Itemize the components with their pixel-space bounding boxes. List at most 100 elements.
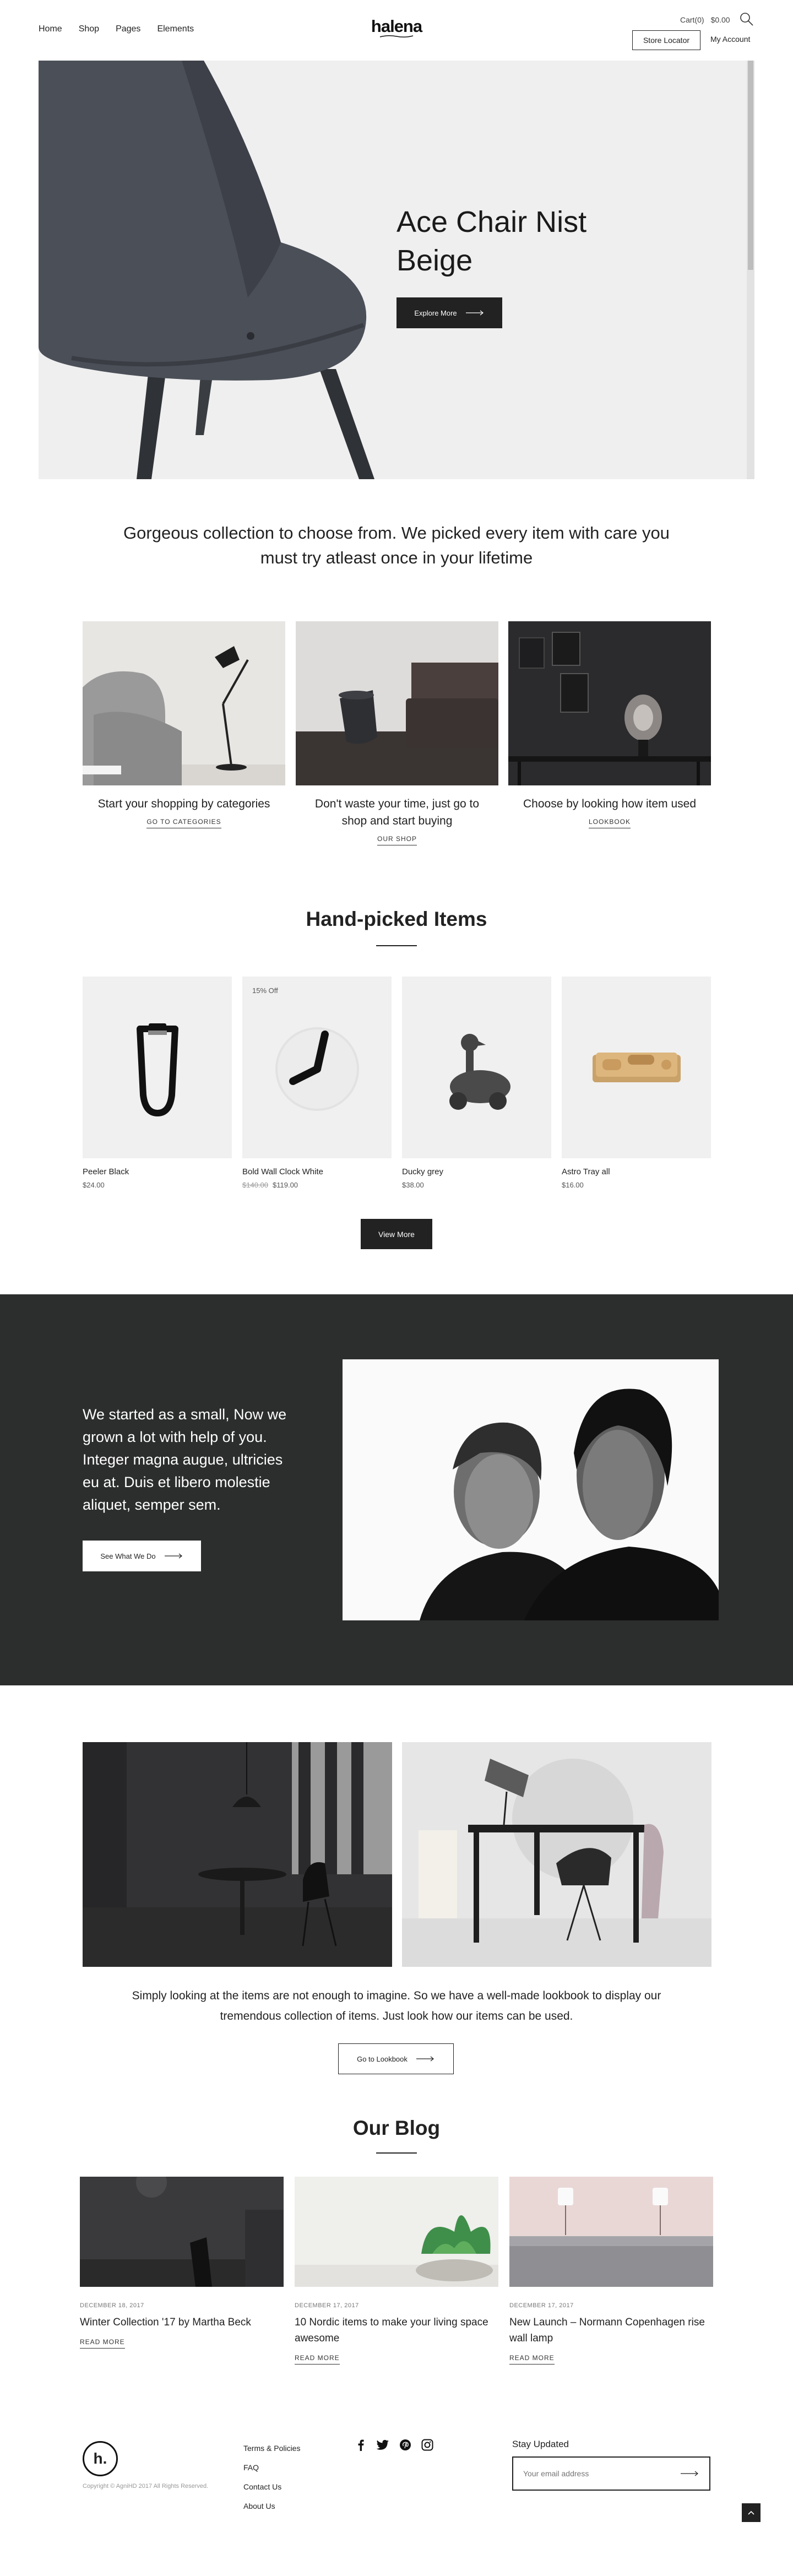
product-price: $24.00 xyxy=(83,1181,232,1189)
succulent-image xyxy=(295,2177,498,2287)
footer-link-faq[interactable]: FAQ xyxy=(243,2458,300,2477)
logo-text: halena xyxy=(371,17,422,36)
hero-title: Ace Chair Nist Beige xyxy=(397,205,587,277)
read-more-link[interactable]: READ MORE xyxy=(509,2354,555,2365)
product-image[interactable] xyxy=(83,977,232,1158)
our-shop-link[interactable]: OUR SHOP xyxy=(377,835,417,845)
product-price-current: $16.00 xyxy=(562,1181,584,1189)
footer-link-terms[interactable]: Terms & Policies xyxy=(243,2439,300,2458)
dark-dining-image xyxy=(83,1742,392,1967)
lookbook-image-desk[interactable] xyxy=(402,1742,711,1967)
explore-more-button[interactable]: Explore More xyxy=(397,297,502,328)
lookbook-link[interactable]: LOOKBOOK xyxy=(588,818,631,828)
newsletter-email-input[interactable] xyxy=(523,2469,677,2478)
cart-summary[interactable]: Cart(0) $0.00 xyxy=(680,15,730,24)
blog-post-title[interactable]: Winter Collection '17 by Martha Beck xyxy=(80,2314,284,2330)
intro-text: Gorgeous collection to choose from. We p… xyxy=(123,523,670,567)
lookbook-image-dark-room[interactable] xyxy=(83,1742,392,1967)
read-more-link[interactable]: READ MORE xyxy=(80,2338,125,2349)
category-text: Start your shopping by categories xyxy=(97,798,270,810)
social-links xyxy=(355,2439,433,2451)
explore-more-label: Explore More xyxy=(414,308,457,317)
nav-home[interactable]: Home xyxy=(39,24,62,34)
handpicked-title: Hand-picked Items xyxy=(306,908,487,930)
hero-slider: Ace Chair Nist Beige Explore More xyxy=(39,61,754,479)
footer-link-contact[interactable]: Contact Us xyxy=(243,2477,300,2497)
go-to-lookbook-button[interactable]: Go to Lookbook xyxy=(338,2043,454,2074)
about-text: We started as a small, Now we grown a lo… xyxy=(83,1406,287,1513)
blog-post-title[interactable]: 10 Nordic items to make your living spac… xyxy=(295,2314,498,2346)
product-name[interactable]: Ducky grey xyxy=(402,1167,551,1176)
footer-copyright: Copyright © AgniHD 2017 All Rights Reser… xyxy=(83,2483,209,2490)
search-icon[interactable] xyxy=(740,12,754,26)
product-card[interactable]: Astro Tray all $16.00 xyxy=(562,977,711,1189)
nav-elements[interactable]: Elements xyxy=(157,24,194,34)
product-image[interactable]: 15% Off xyxy=(242,977,392,1158)
facebook-icon[interactable] xyxy=(355,2439,366,2451)
newsletter-form xyxy=(512,2456,710,2491)
about-section: We started as a small, Now we grown a lo… xyxy=(0,1294,793,1685)
twitter-icon[interactable] xyxy=(376,2439,389,2451)
chevron-up-icon xyxy=(748,2510,754,2515)
product-card[interactable]: Ducky grey $38.00 xyxy=(402,977,551,1189)
footer-links: Terms & Policies FAQ Contact Us About Us xyxy=(243,2439,300,2516)
wall-lamp-image xyxy=(509,2177,713,2287)
hero-scrollbar[interactable] xyxy=(747,61,754,479)
product-price: $16.00 xyxy=(562,1181,711,1189)
category-image[interactable] xyxy=(508,621,711,785)
view-more-button[interactable]: View More xyxy=(361,1219,432,1249)
back-to-top-button[interactable] xyxy=(742,2503,761,2522)
footer-logo[interactable]: h. xyxy=(83,2441,118,2476)
blog-post-image[interactable] xyxy=(509,2177,713,2287)
blog-post-image[interactable] xyxy=(295,2177,498,2287)
product-name[interactable]: Peeler Black xyxy=(83,1167,232,1176)
product-price: $140.00 $119.00 xyxy=(242,1181,392,1189)
ducky-image xyxy=(449,1034,510,1110)
pinterest-icon[interactable] xyxy=(399,2439,411,2451)
blog-title: Our Blog xyxy=(352,2117,441,2139)
category-text: Choose by looking how item used xyxy=(523,798,696,810)
category-image[interactable] xyxy=(83,621,285,785)
nav-shop[interactable]: Shop xyxy=(79,24,99,34)
site-logo[interactable]: halena xyxy=(369,17,424,39)
category-card-categories: Start your shopping by categories GO TO … xyxy=(83,621,285,828)
blog-post-title[interactable]: New Launch – Normann Copenhagen rise wal… xyxy=(509,2314,713,2346)
instagram-icon[interactable] xyxy=(421,2439,433,2451)
blog-post-date: DECEMBER 17, 2017 xyxy=(509,2302,574,2309)
arrow-right-icon xyxy=(416,2056,434,2062)
product-card[interactable]: Peeler Black $24.00 xyxy=(83,977,232,1189)
peeler-image xyxy=(137,1023,178,1116)
arrow-right-icon xyxy=(164,1553,182,1559)
product-card[interactable]: 15% Off Bold Wall Clock White $140.00 $11… xyxy=(242,977,392,1189)
winter-collection-image xyxy=(80,2177,284,2287)
product-name[interactable]: Astro Tray all xyxy=(562,1167,711,1176)
founders-image xyxy=(343,1359,719,1620)
nav-pages[interactable]: Pages xyxy=(116,24,140,34)
product-price-old: $140.00 xyxy=(242,1181,268,1189)
cart-total: $0.00 xyxy=(710,15,730,24)
see-what-we-do-label: See What We Do xyxy=(100,1552,156,1560)
go-to-categories-link[interactable]: GO TO CATEGORIES xyxy=(146,818,221,828)
blog-post-date: DECEMBER 17, 2017 xyxy=(295,2302,359,2309)
blog-post-image[interactable] xyxy=(80,2177,284,2287)
product-price-current: $24.00 xyxy=(83,1181,105,1189)
founders-photo xyxy=(343,1359,719,1620)
read-more-link[interactable]: READ MORE xyxy=(295,2354,340,2365)
my-account-link[interactable]: My Account xyxy=(710,35,750,44)
cart-label: Cart(0) xyxy=(680,15,704,24)
hero-scrollbar-thumb[interactable] xyxy=(748,61,753,270)
product-price-current: $38.00 xyxy=(402,1181,424,1189)
see-what-we-do-button[interactable]: See What We Do xyxy=(83,1541,201,1571)
product-image[interactable] xyxy=(562,977,711,1158)
vases-image xyxy=(296,621,498,785)
product-name[interactable]: Bold Wall Clock White xyxy=(242,1167,392,1176)
store-locator-button[interactable]: Store Locator xyxy=(632,30,700,50)
category-image[interactable] xyxy=(296,621,498,785)
dark-room-image xyxy=(508,621,711,785)
arrow-right-icon[interactable] xyxy=(681,2471,699,2476)
stay-updated-heading: Stay Updated xyxy=(512,2439,569,2449)
category-card-lookbook: Choose by looking how item used LOOKBOOK xyxy=(508,621,711,828)
product-price: $38.00 xyxy=(402,1181,551,1189)
product-image[interactable] xyxy=(402,977,551,1158)
footer-link-about[interactable]: About Us xyxy=(243,2497,300,2516)
